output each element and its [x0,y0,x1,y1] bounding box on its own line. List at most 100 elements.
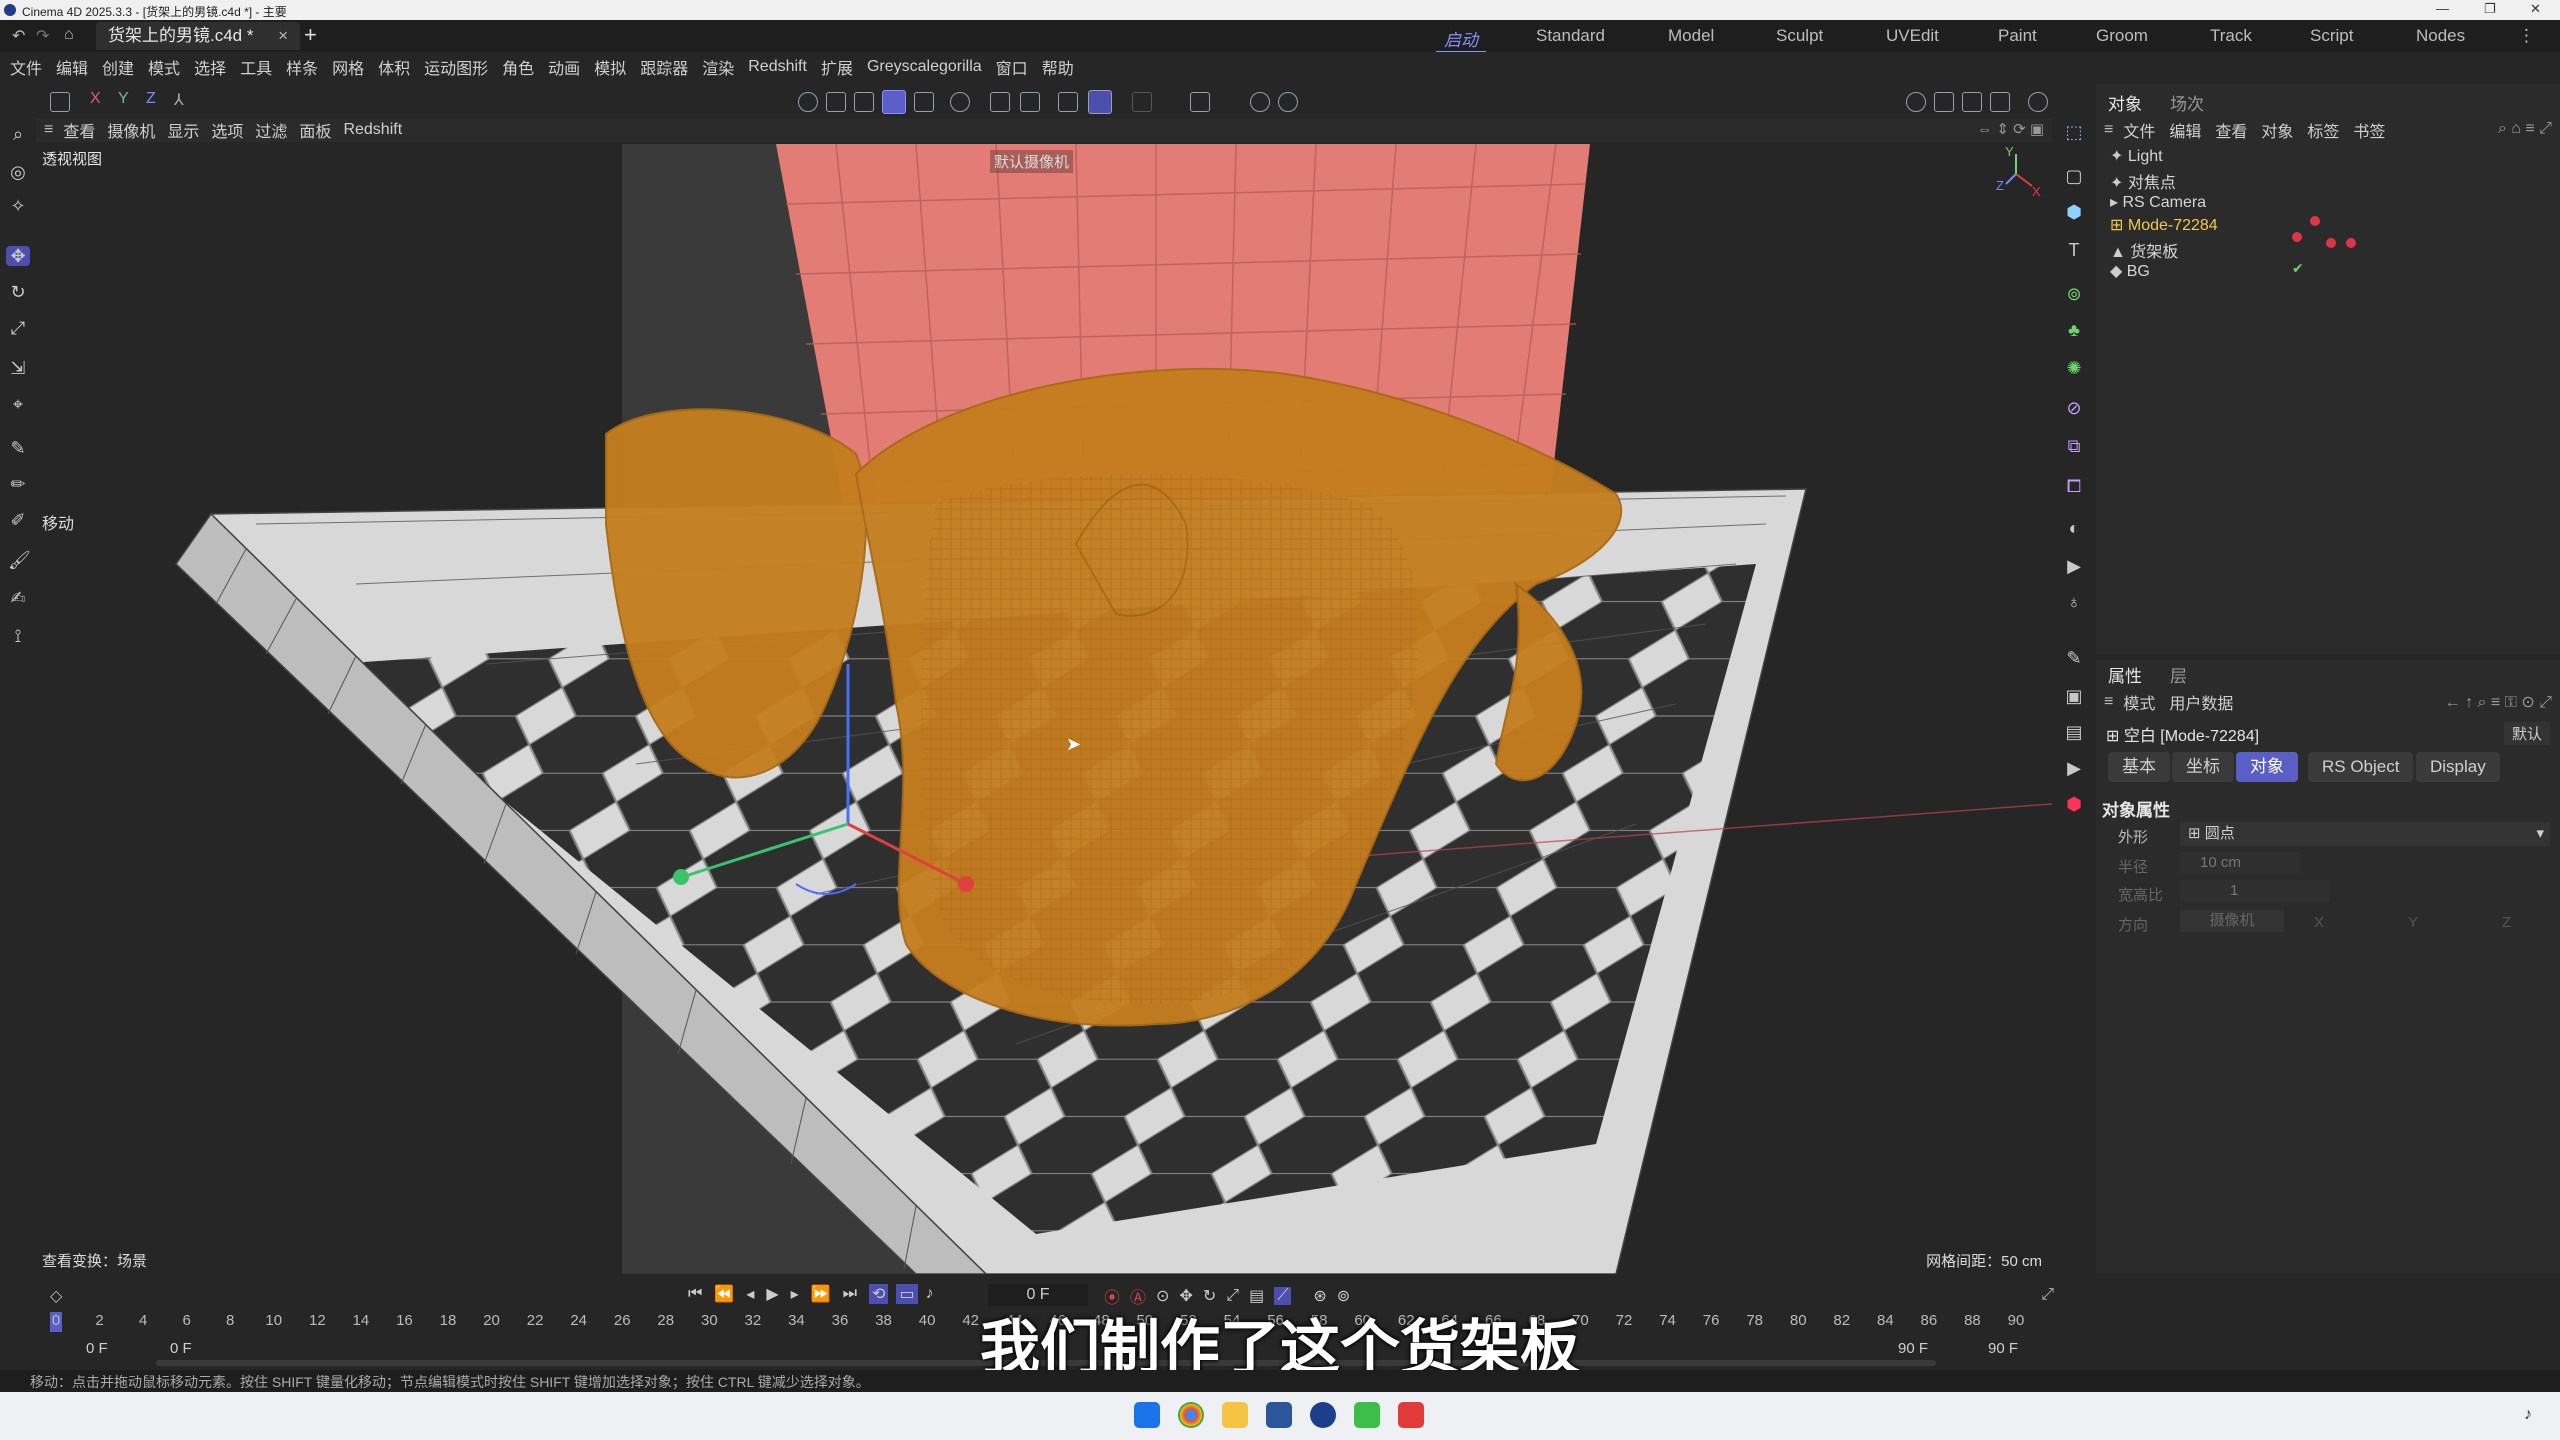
menu-select[interactable]: 选择 [194,55,226,79]
axis-x-toggle[interactable]: X [90,90,101,108]
viewport-menu-view[interactable]: 查看 [63,118,95,142]
layout-tab-uvedit[interactable]: UVEdit [1886,26,1939,46]
text-icon[interactable]: T [2064,240,2084,260]
restore-icon[interactable]: ❐ [2484,1,2496,17]
symmetry-icon[interactable] [1190,92,1210,112]
menu-spline[interactable]: 样条 [286,55,318,79]
minimize-icon[interactable]: — [2436,1,2449,16]
axis-tool-icon[interactable]: ⌖ [8,394,28,414]
more-icon[interactable]: ⋮ [2518,26,2535,46]
transform-tool-icon[interactable]: ⇲ [8,358,28,378]
tab-attributes[interactable]: 属性 [2108,662,2142,687]
tab-layers[interactable]: 层 [2170,662,2187,687]
am-hamburger-icon[interactable]: ≡ [2104,693,2113,711]
menu-render[interactable]: 渲染 [702,55,734,79]
viewport-layout-icon[interactable]: ⇔ ⇕ ⟳ ▣ [1977,120,2044,138]
environment-icon[interactable]: ◐ [2064,518,2084,538]
tab-takes[interactable]: 场次 [2170,90,2204,115]
tab-objects[interactable]: 对象 [2108,90,2142,115]
layout-tab-paint[interactable]: Paint [1998,26,2037,46]
menu-volume[interactable]: 体积 [378,55,410,79]
viewport-menu-redshift[interactable]: Redshift [343,121,402,139]
quantize-icon[interactable] [1020,92,1040,112]
subtab-basic[interactable]: 基本 [2108,752,2170,782]
active-camera-label[interactable]: 默认摄像机 [990,150,1074,173]
material-tag-icon[interactable] [2310,216,2320,226]
spline-smooth-icon[interactable]: ✐ [8,510,28,530]
hamburger-icon[interactable]: ≡ [44,121,53,139]
close-tab-icon[interactable]: × [278,26,288,45]
menu-redshift[interactable]: Redshift [748,58,807,76]
object-row-shelf[interactable]: ▲ 货架板 [2110,238,2178,261]
layout-tab-script[interactable]: Script [2310,26,2353,46]
menu-edit[interactable]: 编辑 [56,55,88,79]
chrome-icon[interactable] [1178,1402,1204,1428]
edit-icon[interactable]: ✎ [2064,648,2084,668]
material-tag-icon[interactable] [2326,238,2336,248]
viewport-menu-filter[interactable]: 过滤 [255,118,287,142]
deformer-icon[interactable]: ⊘ [2064,398,2084,418]
material-tag-icon[interactable] [2346,238,2356,248]
menu-tracker[interactable]: 跟踪器 [640,55,688,79]
subtab-coords[interactable]: 坐标 [2172,752,2234,782]
checkmark-icon[interactable]: ✔ [2292,260,2304,277]
menu-extensions[interactable]: 扩展 [821,55,853,79]
lock-icon[interactable] [1250,92,1270,112]
menu-simulate[interactable]: 模拟 [594,55,626,79]
file-explorer-icon[interactable] [1222,1402,1248,1428]
aspect-input[interactable]: 1 [2180,880,2330,902]
redshift-icon[interactable]: ⬢ [2064,794,2084,814]
model-mode-icon[interactable] [50,92,70,112]
grid-active-icon[interactable] [1088,90,1112,114]
menu-mograph[interactable]: 运动图形 [424,55,488,79]
solo-icon[interactable] [1278,92,1298,112]
close-window-icon[interactable]: ✕ [2530,1,2541,17]
orientation-dropdown[interactable]: 摄像机 [2180,910,2284,932]
start-menu-icon[interactable] [1134,1402,1160,1428]
om-menu-tags[interactable]: 标签 [2307,118,2339,142]
object-mode-icon[interactable] [882,90,906,114]
menu-window[interactable]: 窗口 [996,55,1028,79]
polygons-mode-icon[interactable] [854,92,874,112]
viewport-menu-panel[interactable]: 面板 [299,118,331,142]
material-icon[interactable] [2028,92,2048,112]
camera-icon[interactable]: ▶ [2064,556,2084,576]
object-row-light[interactable]: ✦ Light [2110,146,2163,168]
home-icon[interactable]: ⌂ [64,26,74,44]
workplane-icon[interactable] [990,92,1010,112]
notification-icon[interactable]: ♪ [2524,1406,2532,1424]
cloner-icon[interactable]: ♣ [2064,320,2084,340]
menu-help[interactable]: 帮助 [1042,55,1074,79]
om-menu-file[interactable]: 文件 [2123,118,2155,142]
object-row-rs-camera[interactable]: ▸ RS Camera [2110,192,2206,214]
menu-character[interactable]: 角色 [502,55,534,79]
generator-icon[interactable]: ⊚ [2064,284,2084,304]
sketch-icon[interactable]: ✏ [8,474,28,494]
app-green-icon[interactable] [1354,1402,1380,1428]
picture-viewer-icon[interactable]: ▣ [2064,686,2084,706]
om-search-icon[interactable]: ⌕ ⌂ ≡ ⤢ [2498,120,2552,138]
viewport-menu-camera[interactable]: 摄像机 [107,118,155,142]
am-menu-mode[interactable]: 模式 [2123,690,2155,714]
om-menu-view[interactable]: 查看 [2215,118,2247,142]
subtab-display[interactable]: Display [2416,752,2500,782]
menu-mesh[interactable]: 网格 [332,55,364,79]
layout-tab-startup[interactable]: 启动 [1436,26,1486,53]
coordinate-system-icon[interactable]: ⅄ [174,90,184,110]
menu-tools[interactable]: 工具 [240,55,272,79]
spline-pen-icon[interactable]: ✎ [8,438,28,458]
menu-file[interactable]: 文件 [10,55,42,79]
render-region-icon[interactable]: ▤ [2064,722,2084,742]
menu-greyscalegorilla[interactable]: Greyscalegorilla [867,58,982,76]
layout-tab-model[interactable]: Model [1668,26,1714,46]
layout-tab-nodes[interactable]: Nodes [2416,26,2465,46]
render-picture-icon[interactable] [1962,92,1982,112]
live-select-icon[interactable]: ✧ [8,196,28,216]
scale-tool-icon[interactable]: ⤢ [8,318,28,338]
om-menu-edit[interactable]: 编辑 [2169,118,2201,142]
layout-tab-sculpt[interactable]: Sculpt [1776,26,1823,46]
redo-icon[interactable]: ↷ [36,26,49,46]
effector-icon[interactable]: ✺ [2064,358,2084,378]
app-red-icon[interactable] [1398,1402,1424,1428]
edges-mode-icon[interactable] [826,92,846,112]
